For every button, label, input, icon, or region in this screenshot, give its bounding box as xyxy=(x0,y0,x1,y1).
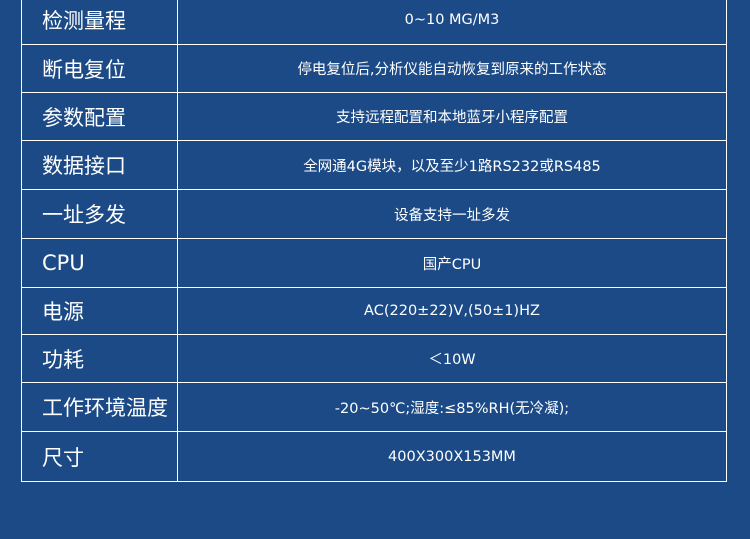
spec-label: 尺寸 xyxy=(22,432,178,481)
spec-table: 检测量程 0~10 MG/M3 断电复位 停电复位后,分析仪能自动恢复到原来的工作状态… xyxy=(21,0,727,482)
spec-row: 参数配置 支持远程配置和本地蓝牙小程序配置 xyxy=(22,93,726,141)
spec-label: 功耗 xyxy=(22,335,178,382)
spec-label: 工作环境温度 xyxy=(22,383,178,431)
spec-value: AC(220±22)V,(50±1)HZ xyxy=(364,303,540,319)
spec-value: 全网通4G模块，以及至少1路RS232或RS485 xyxy=(303,158,601,175)
spec-row: 数据接口 全网通4G模块，以及至少1路RS232或RS485 xyxy=(22,141,726,190)
spec-label: CPU xyxy=(22,239,178,287)
spec-row: CPU 国产CPU xyxy=(22,239,726,288)
spec-row: 检测量程 0~10 MG/M3 xyxy=(22,0,726,45)
spec-value: 0~10 MG/M3 xyxy=(404,12,500,28)
spec-value: 设备支持一址多发 xyxy=(394,207,510,224)
spec-label: 数据接口 xyxy=(22,141,178,189)
spec-row: 一址多发 设备支持一址多发 xyxy=(22,190,726,239)
spec-row: 功耗 ＜10W xyxy=(22,335,726,383)
spec-row: 断电复位 停电复位后,分析仪能自动恢复到原来的工作状态 xyxy=(22,45,726,93)
spec-value: 支持远程配置和本地蓝牙小程序配置 xyxy=(336,110,568,126)
spec-value: ＜10W xyxy=(428,352,476,368)
spec-label: 断电复位 xyxy=(22,45,178,92)
spec-value: 停电复位后,分析仪能自动恢复到原来的工作状态 xyxy=(297,62,607,78)
spec-value: -20~50℃;湿度:≤85%RH(无冷凝); xyxy=(334,400,570,417)
spec-row: 工作环境温度 -20~50℃;湿度:≤85%RH(无冷凝); xyxy=(22,383,726,432)
spec-value: 400X300X153MM xyxy=(388,448,516,465)
spec-label: 一址多发 xyxy=(22,190,178,238)
spec-value: 国产CPU xyxy=(422,256,482,273)
spec-row: 电源 AC(220±22)V,(50±1)HZ xyxy=(22,288,726,335)
spec-row: 尺寸 400X300X153MM xyxy=(22,432,726,482)
spec-label: 电源 xyxy=(22,288,178,334)
spec-label: 检测量程 xyxy=(22,0,178,44)
spec-label: 参数配置 xyxy=(22,93,178,140)
